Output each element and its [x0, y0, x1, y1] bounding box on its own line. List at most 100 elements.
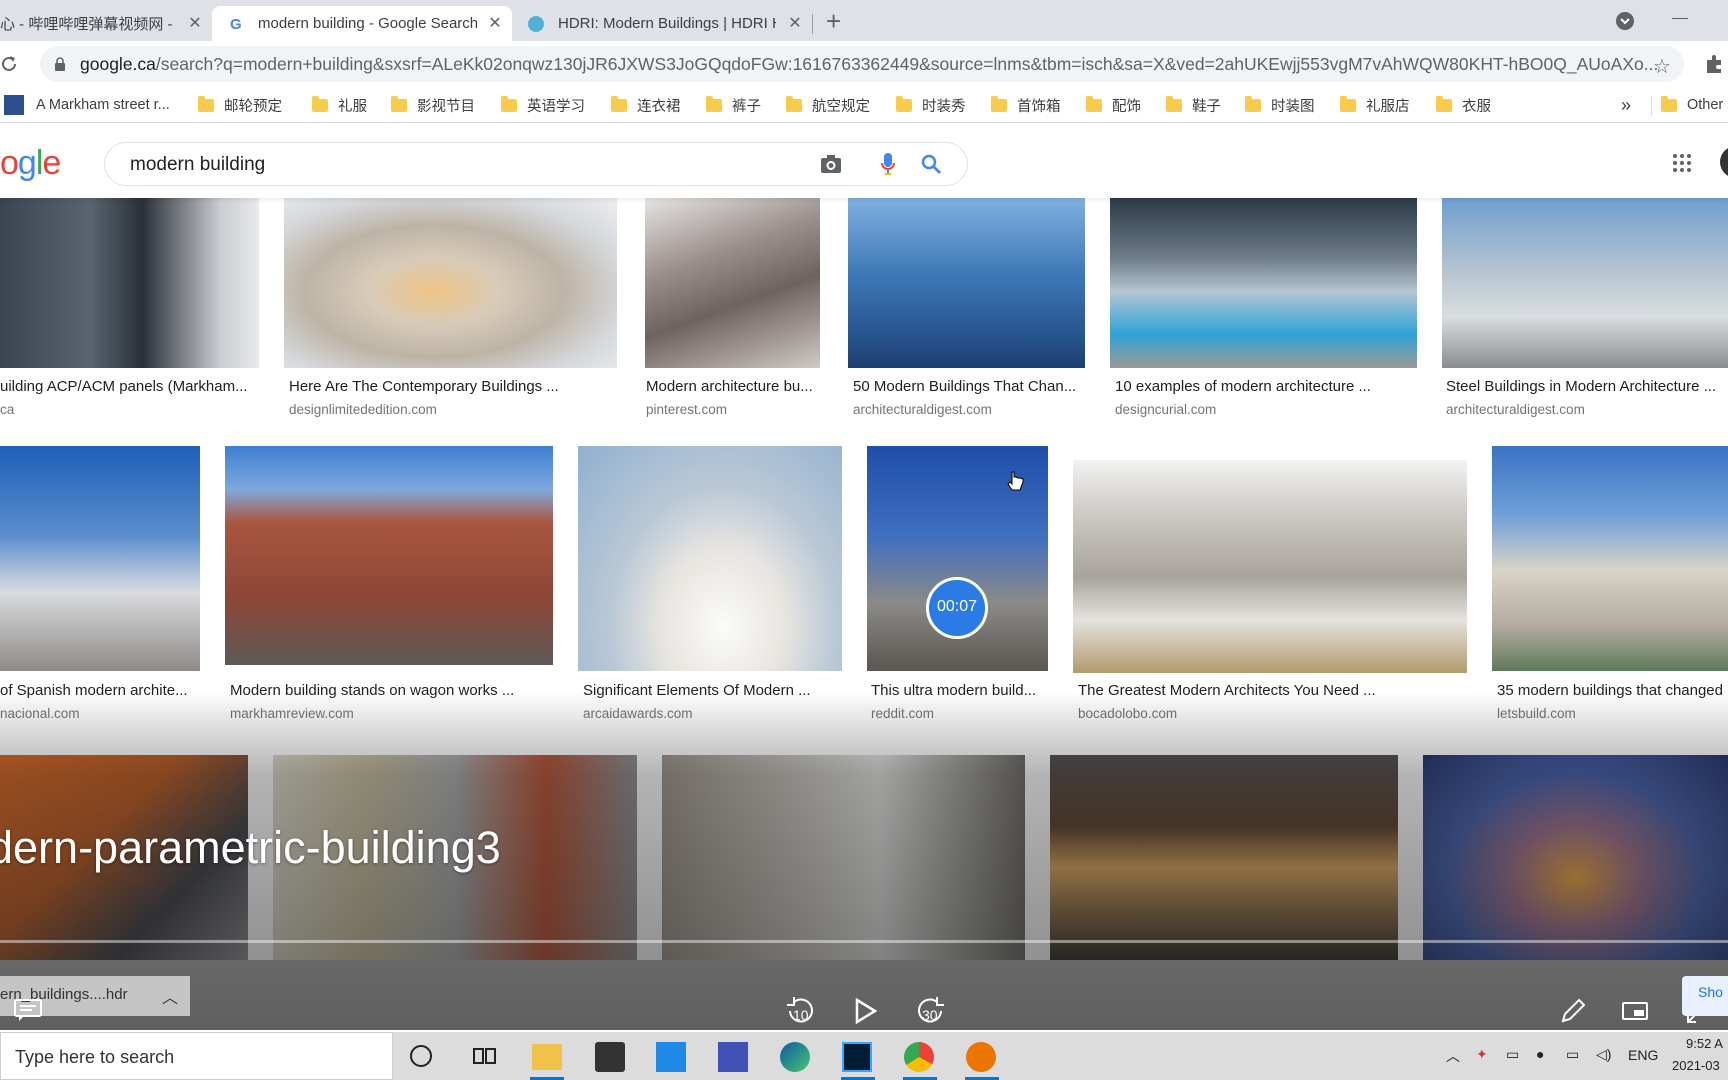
- image-result[interactable]: [1050, 755, 1398, 960]
- edit-pencil-icon[interactable]: [1560, 998, 1586, 1029]
- result-thumbnail[interactable]: [1492, 446, 1728, 671]
- image-result[interactable]: Significant Elements Of Modern ... arcai…: [578, 446, 842, 726]
- blender-icon[interactable]: [966, 1042, 996, 1072]
- microphone-tray-icon[interactable]: ●: [1536, 1046, 1544, 1062]
- reload-icon[interactable]: [0, 53, 20, 80]
- language-indicator[interactable]: ENG: [1628, 1047, 1658, 1063]
- forward-30-button[interactable]: 30: [914, 996, 946, 1026]
- play-button[interactable]: [855, 997, 878, 1029]
- image-result[interactable]: of Spanish modern archite... nacional.co…: [0, 446, 200, 726]
- bookmark-star-icon[interactable]: ☆: [1653, 54, 1671, 79]
- image-result[interactable]: 00:07 This ultra modern build... reddit.…: [867, 446, 1048, 726]
- camera-icon[interactable]: [819, 153, 843, 180]
- image-result[interactable]: Steel Buildings in Modern Architecture .…: [1442, 198, 1728, 420]
- result-thumbnail[interactable]: [1073, 460, 1467, 673]
- image-result[interactable]: 50 Modern Buildings That Chan... archite…: [848, 198, 1085, 420]
- result-thumbnail[interactable]: [645, 198, 820, 368]
- result-thumbnail[interactable]: [1442, 198, 1728, 368]
- mail-icon[interactable]: [656, 1042, 686, 1072]
- result-title[interactable]: 10 examples of modern architecture ...: [1115, 378, 1417, 395]
- bookmarks-overflow-button[interactable]: »: [1621, 95, 1631, 115]
- result-thumbnail[interactable]: [578, 446, 842, 671]
- clock-time[interactable]: 9:52 A: [1686, 1036, 1723, 1051]
- file-explorer-icon[interactable]: [532, 1044, 562, 1070]
- result-title[interactable]: Steel Buildings in Modern Architecture .…: [1446, 378, 1728, 395]
- result-title[interactable]: uilding ACP/ACM panels (Markham...: [0, 378, 259, 395]
- minimize-icon[interactable]: [1672, 18, 1688, 19]
- bookmark-folder[interactable]: 衣服: [1436, 95, 1491, 115]
- result-thumbnail[interactable]: [1423, 755, 1728, 960]
- rewind-10-button[interactable]: 10: [785, 996, 817, 1026]
- tab-hdri[interactable]: HDRI: Modern Buildings | HDRI H ✕: [522, 6, 812, 41]
- bookmark-folder[interactable]: 礼服: [312, 95, 367, 115]
- captions-icon[interactable]: [14, 998, 42, 1027]
- network-icon[interactable]: ▭: [1566, 1046, 1579, 1063]
- image-result[interactable]: Modern building stands on wagon works ..…: [225, 446, 553, 726]
- result-thumbnail[interactable]: [0, 198, 259, 368]
- clock-date[interactable]: 2021-03: [1672, 1058, 1720, 1073]
- tab-google-search[interactable]: G modern building - Google Search ✕: [212, 6, 512, 41]
- image-result[interactable]: 10 examples of modern architecture ... d…: [1110, 198, 1417, 420]
- close-tab-icon[interactable]: ✕: [186, 15, 204, 33]
- result-title[interactable]: Modern architecture bu...: [646, 378, 820, 395]
- address-bar[interactable]: google.ca/search?q=modern+building&sxsrf…: [40, 46, 1684, 82]
- google-apps-icon[interactable]: [1672, 153, 1692, 178]
- extension-puzzle-icon[interactable]: [1704, 53, 1726, 80]
- result-thumbnail[interactable]: [0, 446, 200, 671]
- image-result[interactable]: [662, 755, 1025, 960]
- tab-bilibili[interactable]: 心 - 哔哩哔哩弹幕视频网 - ✕: [0, 6, 212, 41]
- bookmark-markham[interactable]: A Markham street r...: [4, 95, 170, 115]
- image-result[interactable]: Modern architecture bu... pinterest.com: [645, 198, 820, 420]
- bookmark-folder[interactable]: 礼服店: [1340, 95, 1410, 115]
- microphone-icon[interactable]: [880, 152, 896, 181]
- result-title[interactable]: Significant Elements Of Modern ...: [583, 682, 842, 699]
- result-title[interactable]: 50 Modern Buildings That Chan...: [853, 378, 1085, 395]
- result-thumbnail[interactable]: [662, 755, 1025, 960]
- search-box[interactable]: modern building: [104, 142, 968, 186]
- bookmark-folder[interactable]: 邮轮预定: [198, 95, 282, 115]
- result-title[interactable]: This ultra modern build...: [871, 682, 1048, 699]
- image-result[interactable]: Here Are The Contemporary Buildings ... …: [284, 198, 617, 420]
- bookmark-folder[interactable]: 配饰: [1086, 95, 1141, 115]
- edge-icon[interactable]: [780, 1042, 810, 1072]
- result-thumbnail[interactable]: [225, 446, 553, 665]
- photoshop-icon[interactable]: [842, 1042, 872, 1072]
- close-tab-icon[interactable]: ✕: [786, 15, 804, 33]
- side-panel-button[interactable]: Sho: [1682, 976, 1728, 1016]
- tray-app-icon[interactable]: ✦: [1476, 1046, 1488, 1063]
- battery-icon[interactable]: ▭: [1506, 1046, 1519, 1063]
- bookmark-folder[interactable]: 连衣裙: [611, 95, 681, 115]
- bookmark-folder[interactable]: 航空规定: [786, 95, 870, 115]
- taskbar-search[interactable]: Type here to search: [0, 1032, 393, 1080]
- result-title[interactable]: Here Are The Contemporary Buildings ...: [289, 378, 617, 395]
- bookmark-folder[interactable]: 英语学习: [501, 95, 585, 115]
- image-result[interactable]: [1423, 755, 1728, 960]
- image-result[interactable]: The Greatest Modern Architects You Need …: [1073, 446, 1467, 726]
- tab-search-icon[interactable]: [1616, 12, 1634, 30]
- image-result[interactable]: 35 modern buildings that changed letsbui…: [1492, 446, 1728, 726]
- store-icon[interactable]: [595, 1042, 625, 1072]
- search-icon[interactable]: [920, 153, 942, 180]
- bookmark-folder[interactable]: 时装秀: [896, 95, 966, 115]
- other-bookmarks[interactable]: Other: [1661, 95, 1723, 115]
- app-icon[interactable]: [718, 1042, 748, 1072]
- cortana-icon[interactable]: [410, 1045, 432, 1067]
- tray-overflow-icon[interactable]: ︿: [1446, 1046, 1460, 1066]
- mini-player-icon[interactable]: [1622, 1002, 1648, 1025]
- close-tab-icon[interactable]: ✕: [486, 15, 504, 33]
- result-thumbnail[interactable]: [284, 198, 617, 368]
- volume-icon[interactable]: ◁): [1596, 1046, 1611, 1063]
- result-title[interactable]: The Greatest Modern Architects You Need …: [1078, 682, 1467, 699]
- avatar[interactable]: [1720, 146, 1728, 178]
- result-title[interactable]: Modern building stands on wagon works ..…: [230, 682, 553, 699]
- result-thumbnail[interactable]: [1110, 198, 1417, 368]
- bookmark-folder[interactable]: 鞋子: [1166, 95, 1221, 115]
- search-input[interactable]: modern building: [130, 154, 265, 176]
- result-title[interactable]: 35 modern buildings that changed: [1497, 682, 1728, 699]
- result-title[interactable]: of Spanish modern archite...: [0, 682, 200, 699]
- bookmark-folder[interactable]: 裤子: [706, 95, 761, 115]
- bookmark-folder[interactable]: 时装图: [1245, 95, 1315, 115]
- bookmark-folder[interactable]: 首饰箱: [991, 95, 1061, 115]
- new-tab-button[interactable]: +: [826, 6, 841, 37]
- seek-bar[interactable]: [0, 940, 1728, 943]
